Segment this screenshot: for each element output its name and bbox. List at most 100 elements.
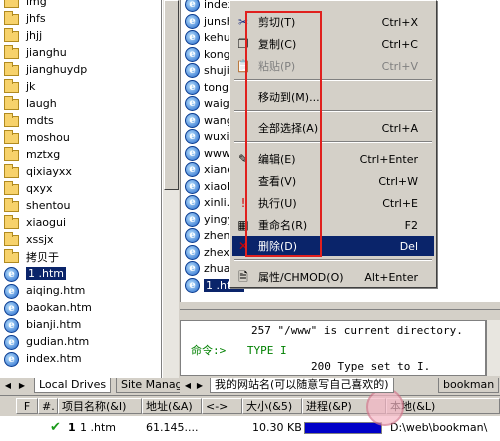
ie-file-icon: e <box>4 351 22 367</box>
tree-item[interactable]: e gudian.htm <box>0 333 161 350</box>
tree-item[interactable]: moshou <box>0 129 161 146</box>
tree-item[interactable]: jhfs <box>0 10 161 27</box>
queue-col-local[interactable]: 本地(&L) <box>386 398 500 414</box>
tree-item[interactable]: e aiqing.htm <box>0 282 161 299</box>
ie-file-icon: e <box>185 277 200 293</box>
right-tab-bar: ◀ ▶ 我的网站名(可以随意写自己喜欢的) bookman <box>180 378 500 394</box>
left-vertical-scrollbar[interactable] <box>162 0 179 378</box>
scrollbar-thumb[interactable] <box>164 0 179 190</box>
tree-item[interactable]: xssjx <box>0 231 161 248</box>
menu-item-shortcut: Del <box>399 239 418 253</box>
tab-local-drives[interactable]: Local Drives <box>34 378 112 393</box>
queue-row-local: D:\web\bookman\ <box>390 421 488 434</box>
queue-row[interactable]: ✔ 1 1 .htm 61.145.... 10.30 KB D:\web\bo… <box>0 416 500 441</box>
tree-item-label: 1 .htm <box>26 267 66 280</box>
tree-item-label: laugh <box>26 97 57 110</box>
ftp-client-window: img jhfs jhjj jianghu jianghuydp jk laugh mdts m… <box>0 0 500 441</box>
tree-item[interactable]: 拷贝于 <box>0 248 161 265</box>
ie-file-icon: e <box>4 300 22 316</box>
tree-item-label: gudian.htm <box>26 335 90 348</box>
tab-scroll-left-icon[interactable]: ◀ <box>2 379 14 392</box>
queue-col-name[interactable]: 项目名称(&I) <box>58 398 142 414</box>
tree-item-label: bianji.htm <box>26 318 82 331</box>
folder-icon <box>4 231 22 247</box>
left-tab-bar: ◀ ▶ Local Drives Site Manage <box>0 378 195 394</box>
queue-status-header[interactable]: F <box>16 398 38 414</box>
tree-item[interactable]: jk <box>0 78 161 95</box>
tree-item-label: mdts <box>26 114 54 127</box>
tree-item-label: moshou <box>26 131 70 144</box>
queue-col-size[interactable]: 大小(&5) <box>242 398 302 414</box>
tree-item-label: aiqing.htm <box>26 284 86 297</box>
tab-scroll-right-icon[interactable]: ▶ <box>16 379 28 392</box>
remote-file-label: www <box>204 146 231 160</box>
folder-icon <box>4 129 22 145</box>
tree-item-label: jhjj <box>26 29 43 42</box>
tree-item-label: 拷贝于 <box>26 250 59 264</box>
ie-file-icon: e <box>4 283 22 299</box>
log-splitter[interactable] <box>180 309 500 319</box>
tree-item-label: jianghu <box>26 46 67 59</box>
folder-icon <box>4 146 22 162</box>
tree-item[interactable]: mztxg <box>0 146 161 163</box>
tree-item-label: img <box>26 0 47 8</box>
tree-item[interactable]: jhjj <box>0 27 161 44</box>
folder-icon <box>4 197 22 213</box>
tree-item[interactable]: e index.htm <box>0 350 161 367</box>
ie-file-icon: e <box>4 334 22 350</box>
log-command-line: 命令:> TYPE I <box>191 342 287 358</box>
properties-icon: 🗎 <box>238 270 248 284</box>
menu-item-shortcut: Ctrl+C <box>381 37 418 51</box>
log-vertical-scrollbar[interactable] <box>486 320 500 376</box>
folder-icon <box>4 44 22 60</box>
local-file-tree[interactable]: img jhfs jhjj jianghu jianghuydp jk laugh mdts m… <box>0 0 162 378</box>
tree-item-label: jianghuydp <box>26 63 88 76</box>
tree-item-label: mztxg <box>26 148 61 161</box>
tree-item[interactable]: e 1 .htm <box>0 265 161 282</box>
ie-file-icon: e <box>4 266 22 282</box>
tree-item[interactable]: mdts <box>0 112 161 129</box>
menu-item-shortcut: Ctrl+Enter <box>359 152 418 166</box>
tree-item[interactable]: qxyx <box>0 180 161 197</box>
folder-icon <box>4 112 22 128</box>
tree-item[interactable]: jianghuydp <box>0 61 161 78</box>
queue-row-size: 10.30 KB <box>252 421 302 434</box>
tree-item-label: xiaogui <box>26 216 67 229</box>
tree-item[interactable]: e baokan.htm <box>0 299 161 316</box>
folder-icon <box>4 163 22 179</box>
tree-item[interactable]: qixiayxx <box>0 163 161 180</box>
tree-item[interactable]: laugh <box>0 95 161 112</box>
menu-separator <box>234 259 432 261</box>
menu-item-shortcut: F2 <box>404 218 418 232</box>
queue-col-address[interactable]: 地址(&A) <box>142 398 202 414</box>
queue-progress-bar <box>304 422 382 434</box>
queue-row-num: 1 <box>68 421 76 434</box>
menu-item-shortcut: Ctrl+V <box>381 59 418 73</box>
queue-progress-fill <box>305 423 381 433</box>
menu-item-shortcut: Ctrl+A <box>381 121 418 135</box>
tree-item[interactable]: img <box>0 0 161 10</box>
tree-item-label: baokan.htm <box>26 301 92 314</box>
tree-item[interactable]: shentou <box>0 197 161 214</box>
log-line: 200 Type set to I. <box>311 360 431 373</box>
queue-col-progress[interactable]: 进程(&P) <box>302 398 386 414</box>
tree-item-label: jk <box>26 80 36 93</box>
folder-icon <box>4 0 22 9</box>
tree-item-label: qixiayxx <box>26 165 72 178</box>
check-icon: ✔ <box>50 420 61 435</box>
tab-scroll-right-icon[interactable]: ▶ <box>194 379 206 392</box>
tab-my-site[interactable]: 我的网站名(可以随意写自己喜欢的) <box>210 378 394 393</box>
tree-item[interactable]: jianghu <box>0 44 161 61</box>
queue-col-num[interactable]: #. <box>38 398 58 414</box>
tree-item[interactable]: xiaogui <box>0 214 161 231</box>
tab-scroll-left-icon[interactable]: ◀ <box>182 379 194 392</box>
tree-item-label: shentou <box>26 199 71 212</box>
menu-item-shortcut: Ctrl+W <box>378 174 418 188</box>
folder-icon <box>4 61 22 77</box>
menu-item-shortcut: Alt+Enter <box>364 270 418 284</box>
menu-item[interactable]: 🗎 属性/CHMOD(O) Alt+Enter <box>232 267 434 287</box>
folder-icon <box>4 214 22 230</box>
tree-item[interactable]: e bianji.htm <box>0 316 161 333</box>
queue-col-direction[interactable]: <-> <box>202 398 242 414</box>
tab-bookman[interactable]: bookman <box>438 378 500 393</box>
